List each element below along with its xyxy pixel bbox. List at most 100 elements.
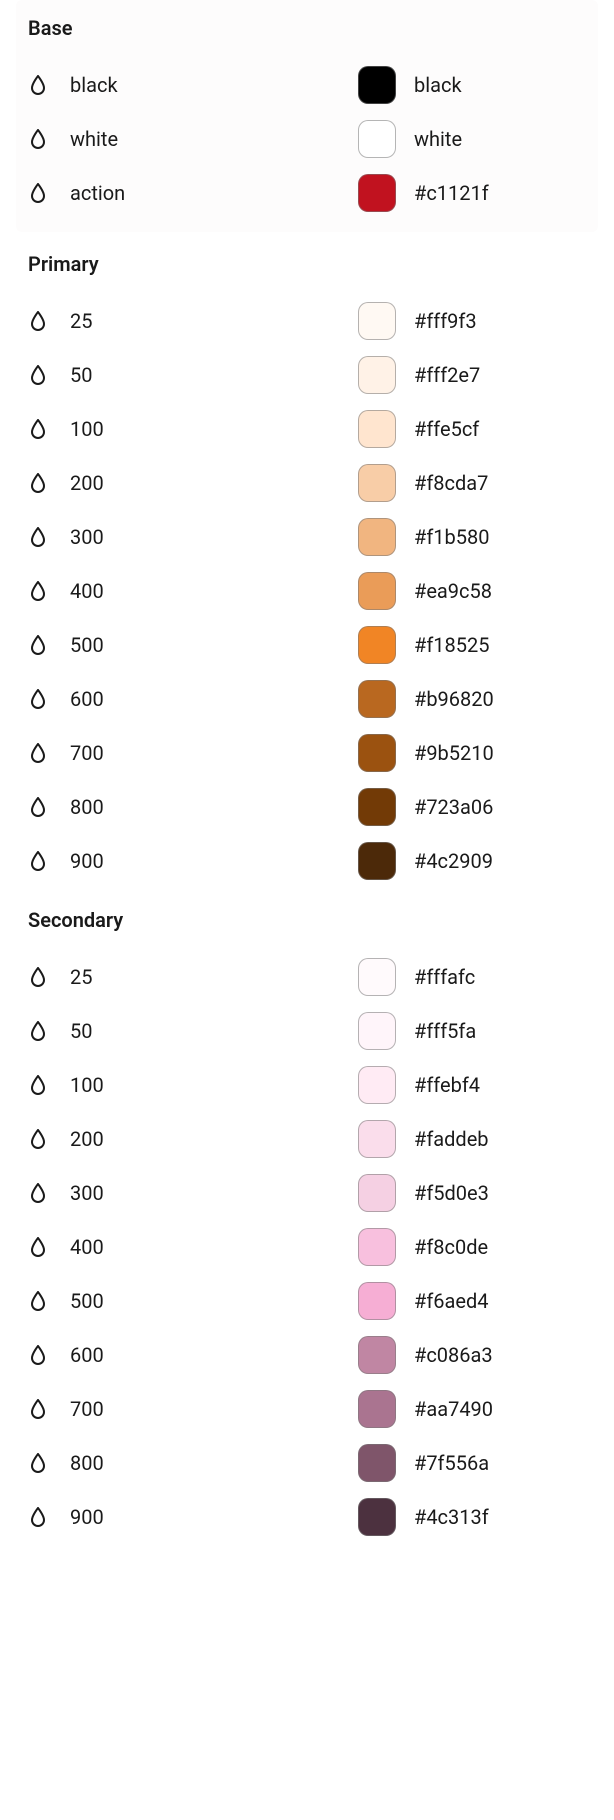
color-palette-panel: Baseblackblackwhitewhiteaction#c1121fPri… [0, 0, 614, 1580]
color-name: 600 [70, 687, 104, 711]
color-swatch[interactable] [358, 1444, 396, 1482]
color-value: #f8cda7 [414, 471, 488, 495]
color-swatch[interactable] [358, 518, 396, 556]
color-name: 500 [70, 633, 104, 657]
drop-icon [28, 1183, 48, 1203]
color-row-left: 600 [28, 1343, 358, 1367]
color-swatch[interactable] [358, 572, 396, 610]
color-row[interactable]: 700 #9b5210 [28, 726, 586, 780]
color-row-left: 50 [28, 363, 358, 387]
color-row[interactable]: 500#f18525 [28, 618, 586, 672]
drop-icon [28, 1237, 48, 1257]
color-row-left: 900 [28, 849, 358, 873]
drop-icon [28, 635, 48, 655]
color-row[interactable]: 800#7f556a [28, 1436, 586, 1490]
color-row[interactable]: 600 #b96820 [28, 672, 586, 726]
color-row-left: 400 [28, 1235, 358, 1259]
color-value: #fff5fa [414, 1019, 476, 1043]
color-swatch[interactable] [358, 120, 396, 158]
color-row[interactable]: action#c1121f [28, 166, 586, 220]
color-name: 300 [70, 525, 104, 549]
color-value: #b96820 [414, 687, 494, 711]
color-swatch[interactable] [358, 174, 396, 212]
color-row-left: 700 [28, 741, 358, 765]
color-row[interactable]: 900 #4c313f [28, 1490, 586, 1544]
color-row-left: 200 [28, 471, 358, 495]
color-row[interactable]: 600#c086a3 [28, 1328, 586, 1382]
drop-icon [28, 473, 48, 493]
drop-icon [28, 1345, 48, 1365]
color-row-right: white [358, 120, 586, 158]
color-row-left: 900 [28, 1505, 358, 1529]
color-row[interactable]: 25#fffafc [28, 950, 586, 1004]
color-row[interactable]: 500#f6aed4 [28, 1274, 586, 1328]
color-swatch[interactable] [358, 1498, 396, 1536]
color-swatch[interactable] [358, 1282, 396, 1320]
color-row-right: #f5d0e3 [358, 1174, 586, 1212]
color-value: #4c313f [414, 1505, 489, 1529]
color-swatch[interactable] [358, 1012, 396, 1050]
color-swatch[interactable] [358, 66, 396, 104]
color-row[interactable]: 400 #ea9c58 [28, 564, 586, 618]
color-row[interactable]: 50#fff5fa [28, 1004, 586, 1058]
color-swatch[interactable] [358, 626, 396, 664]
color-row[interactable]: 50#fff2e7 [28, 348, 586, 402]
color-row-left: 800 [28, 1451, 358, 1475]
color-row-right: #fff5fa [358, 1012, 586, 1050]
drop-icon [28, 75, 48, 95]
color-value: #f1b580 [414, 525, 489, 549]
color-name: white [70, 127, 118, 151]
color-row-right: #fffafc [358, 958, 586, 996]
color-swatch[interactable] [358, 1066, 396, 1104]
color-row-right: #aa7490 [358, 1390, 586, 1428]
color-swatch[interactable] [358, 842, 396, 880]
color-swatch[interactable] [358, 788, 396, 826]
color-name: 400 [70, 579, 104, 603]
color-value: white [414, 127, 462, 151]
color-swatch[interactable] [358, 680, 396, 718]
color-row-left: 25 [28, 965, 358, 989]
drop-icon [28, 1507, 48, 1527]
color-swatch[interactable] [358, 1174, 396, 1212]
color-swatch[interactable] [358, 958, 396, 996]
color-row[interactable]: 300 #f5d0e3 [28, 1166, 586, 1220]
color-swatch[interactable] [358, 302, 396, 340]
color-swatch[interactable] [358, 1390, 396, 1428]
color-name: 900 [70, 1505, 104, 1529]
color-swatch[interactable] [358, 1120, 396, 1158]
color-row[interactable]: blackblack [28, 58, 586, 112]
color-name: 400 [70, 1235, 104, 1259]
color-row-left: 400 [28, 579, 358, 603]
color-row-right: #ea9c58 [358, 572, 586, 610]
drop-icon [28, 689, 48, 709]
drop-icon [28, 365, 48, 385]
color-row[interactable]: 700#aa7490 [28, 1382, 586, 1436]
color-row[interactable]: white white [28, 112, 586, 166]
color-swatch[interactable] [358, 356, 396, 394]
color-swatch[interactable] [358, 464, 396, 502]
color-swatch[interactable] [358, 410, 396, 448]
color-value: #f8c0de [414, 1235, 488, 1259]
color-row-right: #ffebf4 [358, 1066, 586, 1104]
color-row-left: black [28, 73, 358, 97]
color-row[interactable]: 900#4c2909 [28, 834, 586, 888]
color-value: #9b5210 [414, 741, 494, 765]
color-swatch[interactable] [358, 734, 396, 772]
color-row[interactable]: 300 #f1b580 [28, 510, 586, 564]
color-row[interactable]: 25#fff9f3 [28, 294, 586, 348]
color-row-left: white [28, 127, 358, 151]
color-swatch[interactable] [358, 1336, 396, 1374]
color-row-left: 100 [28, 1073, 358, 1097]
drop-icon [28, 1291, 48, 1311]
color-swatch[interactable] [358, 1228, 396, 1266]
color-row[interactable]: 200#faddeb [28, 1112, 586, 1166]
color-name: 800 [70, 1451, 104, 1475]
color-row[interactable]: 100#ffebf4 [28, 1058, 586, 1112]
color-row[interactable]: 800#723a06 [28, 780, 586, 834]
color-row[interactable]: 200 #f8cda7 [28, 456, 586, 510]
color-row[interactable]: 100#ffe5cf [28, 402, 586, 456]
color-row[interactable]: 400 #f8c0de [28, 1220, 586, 1274]
color-name: 300 [70, 1181, 104, 1205]
color-row-right: #f8cda7 [358, 464, 586, 502]
color-value: #f6aed4 [414, 1289, 489, 1313]
